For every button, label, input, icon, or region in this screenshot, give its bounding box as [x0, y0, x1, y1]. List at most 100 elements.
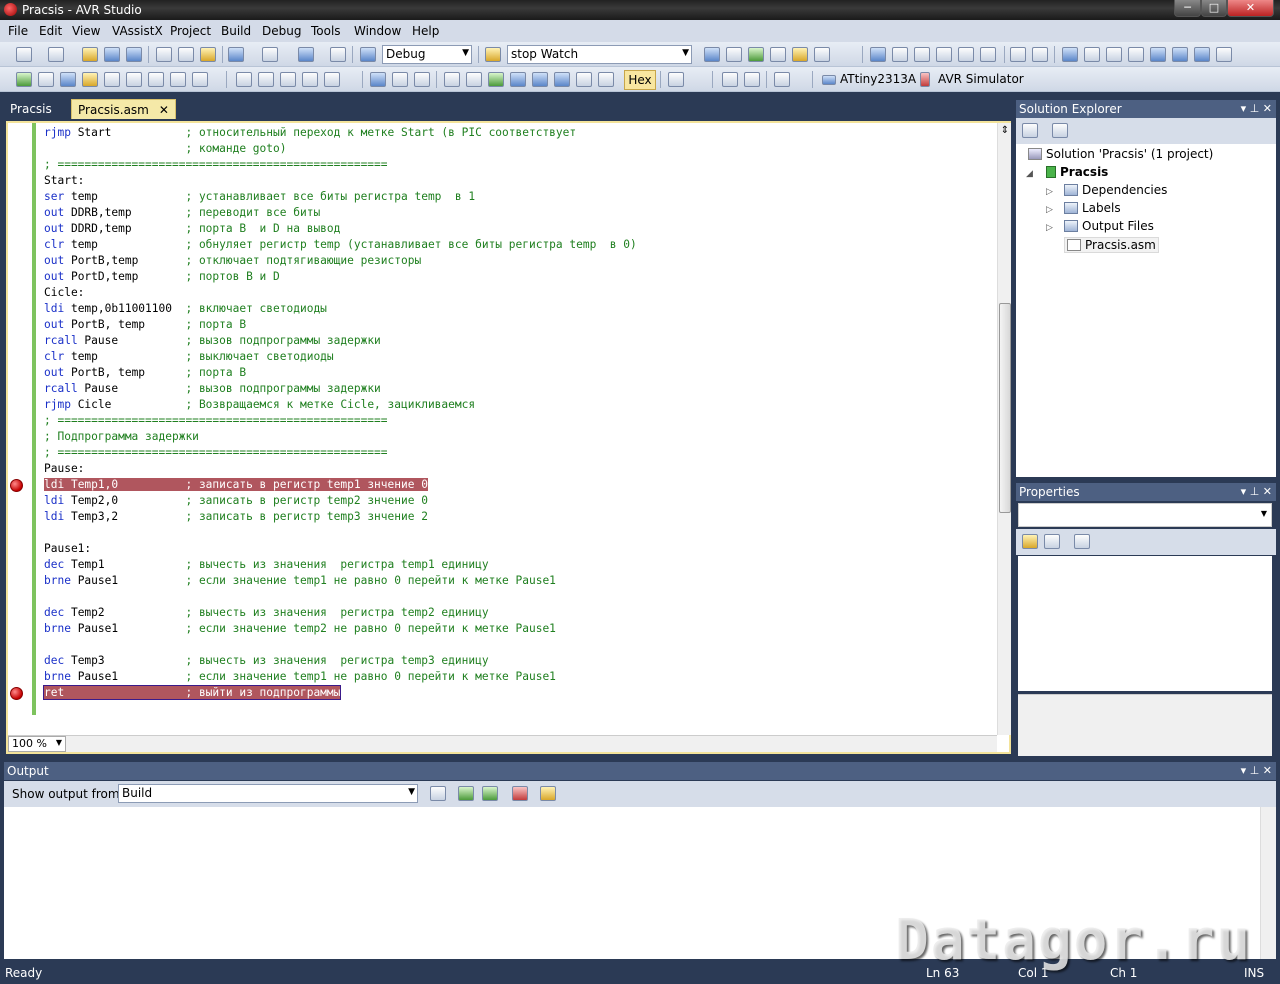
- find-combo[interactable]: stop Watch ▼: [507, 45, 692, 64]
- word-wrap-icon[interactable]: [540, 786, 556, 801]
- code-editor[interactable]: rjmp Start ; относительный переход к мет…: [6, 121, 1011, 754]
- clean-icon[interactable]: [82, 72, 98, 87]
- expand-icon[interactable]: ▷: [1046, 223, 1053, 233]
- code-line[interactable]: ret ; выйти из подпрограммы: [42, 685, 342, 701]
- code-line[interactable]: ; команде goto): [44, 141, 286, 157]
- menu-tools[interactable]: Tools: [311, 24, 341, 38]
- window-4-icon[interactable]: [302, 72, 318, 87]
- maximize-button[interactable]: □: [1201, 0, 1227, 17]
- code-line[interactable]: ldi Temp2,0 ; записать в регистр temp2 з…: [44, 493, 428, 509]
- collapse-icon[interactable]: ◢: [1026, 169, 1033, 179]
- prev-message-icon[interactable]: [458, 786, 474, 801]
- code-line[interactable]: out DDRD,temp ; порта B и D на вывод: [44, 221, 340, 237]
- save-all-icon[interactable]: [126, 47, 142, 62]
- tree-file-pracsis-asm[interactable]: Pracsis.asm: [1064, 237, 1159, 253]
- window-1-icon[interactable]: [236, 72, 252, 87]
- clear-bookmarks-icon[interactable]: [1216, 47, 1232, 62]
- menu-file[interactable]: File: [8, 24, 28, 38]
- start-debugging-icon[interactable]: [360, 47, 376, 62]
- paste-icon[interactable]: [200, 47, 216, 62]
- close-button[interactable]: ✕: [1227, 0, 1274, 17]
- menu-debug[interactable]: Debug: [262, 24, 301, 38]
- device-label[interactable]: ATtiny2313A: [840, 72, 916, 86]
- output-scrollbar[interactable]: [1260, 807, 1276, 959]
- bookmark-prev-folder-icon[interactable]: [1194, 47, 1210, 62]
- bookmark-next-folder-icon[interactable]: [1172, 47, 1188, 62]
- compile-icon[interactable]: [104, 72, 120, 87]
- toolbox-icon[interactable]: [770, 47, 786, 62]
- code-line[interactable]: dec Temp2 ; вычесть из значения регистра…: [44, 605, 489, 621]
- menu-vassistx[interactable]: VAssistX: [112, 24, 163, 38]
- code-line[interactable]: out PortD,temp ; портов B и D: [44, 269, 280, 285]
- tree-solution[interactable]: Solution 'Pracsis' (1 project): [1028, 147, 1213, 161]
- add-item-icon[interactable]: [48, 47, 64, 62]
- tree-dependencies[interactable]: Dependencies: [1064, 183, 1167, 197]
- command-window-icon[interactable]: [814, 47, 830, 62]
- navigate-forward-icon[interactable]: [330, 47, 346, 62]
- code-line[interactable]: Start:: [44, 173, 84, 189]
- new-project-icon[interactable]: [16, 47, 32, 62]
- code-line[interactable]: ldi Temp1,0 ; записать в регистр temp1 з…: [44, 477, 428, 493]
- processor-icon[interactable]: [774, 72, 790, 87]
- menu-build[interactable]: Build: [221, 24, 251, 38]
- bookmark-folder-icon[interactable]: [1106, 47, 1122, 62]
- step-into-icon[interactable]: [510, 72, 526, 87]
- code-line[interactable]: ldi temp,0b11001100 ; включает светодиод…: [44, 301, 327, 317]
- code-line[interactable]: out PortB, temp ; порта B: [44, 365, 246, 381]
- bookmark-toggle-icon[interactable]: [1150, 47, 1166, 62]
- breakpoints-icon[interactable]: [870, 47, 886, 62]
- expand-icon[interactable]: ▷: [1046, 205, 1053, 215]
- expand-icon[interactable]: ▷: [1046, 187, 1053, 197]
- redo-icon[interactable]: [262, 47, 278, 62]
- open-file-icon[interactable]: [82, 47, 98, 62]
- code-line[interactable]: ; Подпрограмма задержки: [44, 429, 199, 445]
- code-line[interactable]: out PortB, temp ; порта B: [44, 317, 246, 333]
- bookmark-next-icon[interactable]: [1062, 47, 1078, 62]
- menu-view[interactable]: View: [72, 24, 100, 38]
- uncomment-icon[interactable]: [936, 47, 952, 62]
- code-line[interactable]: brne Pause1 ; если значение temp2 не рав…: [44, 621, 556, 637]
- memory-icon[interactable]: [668, 72, 684, 87]
- find-in-files-icon[interactable]: [485, 47, 501, 62]
- debugger-label[interactable]: AVR Simulator: [938, 72, 1024, 86]
- object-browser-icon[interactable]: [748, 47, 764, 62]
- scroll-thumb[interactable]: [999, 303, 1011, 513]
- abc-icon[interactable]: [170, 72, 186, 87]
- panel-controls[interactable]: ▾ ⊥ ✕: [1241, 764, 1272, 777]
- alphabetical-icon[interactable]: [1044, 534, 1060, 549]
- hex-toggle-button[interactable]: Hex: [624, 70, 656, 90]
- code-line[interactable]: Cicle:: [44, 285, 84, 301]
- minimize-button[interactable]: ─: [1174, 0, 1201, 17]
- code-line[interactable]: rjmp Cicle ; Возвращаемся к метке Cicle,…: [44, 397, 475, 413]
- bookmark-icon[interactable]: [1032, 47, 1048, 62]
- panel-controls[interactable]: ▾ ⊥ ✕: [1241, 102, 1272, 115]
- outdent-icon[interactable]: [980, 47, 996, 62]
- code-line[interactable]: ; ======================================…: [44, 445, 388, 461]
- code-line[interactable]: brne Pause1 ; если значение temp1 не рав…: [44, 669, 556, 685]
- code-line[interactable]: Pause:: [44, 461, 84, 477]
- configuration-combo[interactable]: Debug ▼: [382, 45, 472, 64]
- show-all-files-icon[interactable]: [1052, 123, 1068, 138]
- code-line[interactable]: ldi Temp3,2 ; записать в регистр temp3 з…: [44, 509, 428, 525]
- build-icon[interactable]: [16, 72, 32, 87]
- tree-output-files[interactable]: Output Files: [1064, 219, 1154, 233]
- code-line[interactable]: ser temp ; устанавливает все биты регист…: [44, 189, 475, 205]
- link-icon[interactable]: [126, 72, 142, 87]
- properties-icon[interactable]: [1022, 123, 1038, 138]
- properties-icon[interactable]: [726, 47, 742, 62]
- indent-icon[interactable]: [958, 47, 974, 62]
- step-out-icon[interactable]: [554, 72, 570, 87]
- properties-object-combo[interactable]: ▼: [1018, 503, 1272, 527]
- code-line[interactable]: ; ======================================…: [44, 157, 388, 173]
- property-pages-icon[interactable]: [1074, 534, 1090, 549]
- pause-icon[interactable]: [466, 72, 482, 87]
- tab-pracsis-asm[interactable]: Pracsis.asm ✕: [71, 99, 176, 119]
- batch-build-icon[interactable]: [192, 72, 208, 87]
- continue-icon[interactable]: [488, 72, 504, 87]
- breakpoint-icon[interactable]: [10, 687, 23, 700]
- code-line[interactable]: brne Pause1 ; если значение temp1 не рав…: [44, 573, 556, 589]
- code-line[interactable]: Pause1:: [44, 541, 91, 557]
- display-word-wrap-icon[interactable]: [1010, 47, 1026, 62]
- clear-all-icon[interactable]: [512, 786, 528, 801]
- copy-icon[interactable]: [178, 47, 194, 62]
